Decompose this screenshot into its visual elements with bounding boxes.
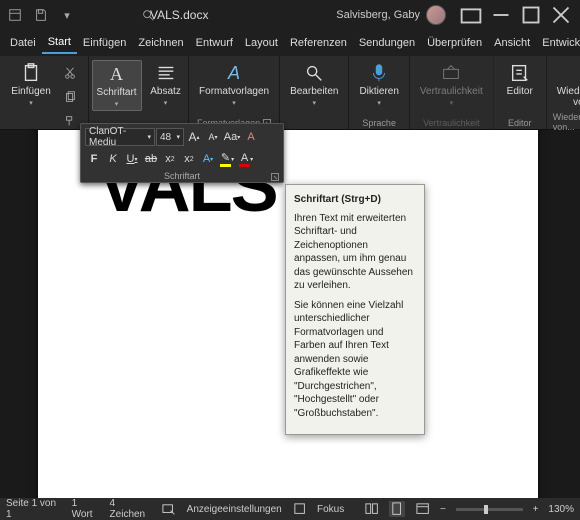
subscript-icon[interactable]: x2 [161, 150, 179, 168]
tooltip-text: Sie können eine Vielzahl unterschiedlich… [294, 299, 416, 421]
tab-entwurf[interactable]: Entwurf [190, 33, 239, 53]
word-count[interactable]: 1 Wort [72, 498, 100, 520]
tab-ueberpruefen[interactable]: Überprüfen [421, 33, 488, 53]
tab-layout[interactable]: Layout [239, 33, 284, 53]
dialog-launcher-icon[interactable] [271, 173, 279, 181]
zoom-in[interactable]: + [533, 504, 539, 515]
font-name-select[interactable]: ClanOT-Mediu▾ [85, 128, 155, 146]
group-vertraulichkeit: Vertraulichkeit ▾ Vertraulichkeit [410, 56, 494, 129]
user-avatar[interactable] [426, 5, 446, 25]
tab-entwickler[interactable]: Entwickler [536, 33, 580, 53]
editor-icon [509, 62, 531, 84]
read-mode-icon[interactable] [364, 501, 379, 517]
chevron-down-icon: ▾ [232, 99, 236, 107]
mini-toolbar-label: Schriftart [164, 171, 200, 181]
copy-icon[interactable] [59, 86, 81, 108]
ribbon-mode-icon[interactable] [456, 1, 486, 29]
group-zwischenablage: Einfügen ▾ Zwischenablage [0, 56, 89, 129]
titlebar: ▾ VALS.docx Salvisberg, Gaby [0, 0, 580, 30]
underline-icon[interactable]: U▾ [123, 150, 141, 168]
web-layout-icon[interactable] [415, 501, 430, 517]
chevron-down-icon: ▾ [29, 99, 33, 107]
tab-sendungen[interactable]: Sendungen [353, 33, 421, 53]
font-color-icon[interactable]: A▾ [237, 150, 255, 168]
font-button[interactable]: A Schriftart ▾ [92, 60, 142, 111]
chevron-down-icon: ▾ [313, 99, 317, 107]
editor-button[interactable]: Editor [500, 60, 540, 99]
page-indicator[interactable]: Seite 1 von 1 [6, 498, 62, 520]
chevron-down-icon: ▾ [115, 100, 119, 108]
chevron-down-icon: ▾ [164, 99, 168, 107]
group-formatvorlagen: A Formatvorlagen ▾ Formatvorlagen [189, 56, 280, 129]
user-name: Salvisberg, Gaby [336, 9, 420, 21]
paragraph-icon [155, 62, 177, 84]
highlight-icon[interactable]: ✎▾ [218, 150, 236, 168]
group-editor: Editor Editor [494, 56, 547, 129]
text-effects-icon[interactable]: A▾ [199, 150, 217, 168]
styles-button[interactable]: A Formatvorlagen ▾ [195, 60, 273, 109]
italic-icon[interactable]: K [104, 150, 122, 168]
tab-zeichnen[interactable]: Zeichnen [132, 33, 189, 53]
zoom-level[interactable]: 130% [548, 504, 574, 515]
styles-icon: A [223, 62, 245, 84]
mini-toolbar: ClanOT-Mediu▾ 48▾ A▴ A▾ Aa▾ A F K U▾ ab … [80, 123, 284, 183]
tab-einfuegen[interactable]: Einfügen [77, 33, 132, 53]
zoom-slider[interactable] [456, 508, 523, 511]
chevron-down-icon: ▾ [377, 99, 381, 107]
group-schriftart: A Schriftart ▾ Absatz ▾ . [89, 56, 189, 129]
char-count[interactable]: 4 Zeichen [110, 498, 152, 520]
titlebar-menu-icon[interactable] [4, 4, 26, 26]
group-wiederverwendung: Wiederverwendung von Dateien Wiederverwe… [547, 56, 580, 129]
status-bar: Seite 1 von 1 1 Wort 4 Zeichen Anzeigeei… [0, 498, 580, 520]
tooltip-text: Ihren Text mit erweiterten Schriftart- u… [294, 212, 416, 293]
zoom-out[interactable]: − [440, 504, 446, 515]
maximize-button[interactable] [516, 1, 546, 29]
format-painter-icon[interactable] [59, 110, 81, 132]
font-size-select[interactable]: 48▾ [156, 128, 184, 146]
print-layout-icon[interactable] [389, 501, 404, 517]
cut-icon[interactable] [59, 62, 81, 84]
microphone-icon [368, 62, 390, 84]
tooltip: Schriftart (Strg+D) Ihren Text mit erwei… [285, 184, 425, 435]
group-bearbeiten: Bearbeiten ▾ . [280, 56, 349, 129]
dictate-button[interactable]: Diktieren ▾ [355, 60, 402, 109]
group-sprache: Diktieren ▾ Sprache [349, 56, 409, 129]
strikethrough-icon[interactable]: ab [142, 150, 160, 168]
document-title: VALS.docx [150, 8, 208, 22]
clear-format-icon[interactable]: A [242, 128, 260, 146]
edit-button[interactable]: Bearbeiten ▾ [286, 60, 342, 109]
focus-icon[interactable] [292, 501, 307, 517]
superscript-icon[interactable]: x2 [180, 150, 198, 168]
shrink-font-icon[interactable]: A▾ [204, 128, 222, 146]
paragraph-button[interactable]: Absatz ▾ [146, 60, 186, 109]
font-icon: A [106, 63, 128, 85]
sensitivity-icon [440, 62, 462, 84]
spellcheck-icon[interactable] [161, 501, 176, 517]
paste-button[interactable]: Einfügen ▾ [7, 60, 54, 109]
minimize-button[interactable] [486, 1, 516, 29]
menu-tabs: Datei Start Einfügen Zeichnen Entwurf La… [0, 30, 580, 56]
sensitivity-button: Vertraulichkeit ▾ [416, 60, 487, 109]
tab-datei[interactable]: Datei [4, 33, 42, 53]
tab-ansicht[interactable]: Ansicht [488, 33, 536, 53]
grow-font-icon[interactable]: A▴ [185, 128, 203, 146]
reuse-files-button[interactable]: Wiederverwendung von Dateien [553, 60, 580, 110]
tab-referenzen[interactable]: Referenzen [284, 33, 353, 53]
search-icon [303, 62, 325, 84]
display-settings[interactable]: Anzeigeeinstellungen [187, 504, 282, 515]
bold-icon[interactable]: F [85, 150, 103, 168]
dropdown-icon[interactable]: ▾ [56, 4, 78, 26]
close-button[interactable] [546, 1, 576, 29]
save-icon[interactable] [30, 4, 52, 26]
change-case-icon[interactable]: Aa▾ [223, 128, 241, 146]
tab-start[interactable]: Start [42, 32, 77, 54]
focus-label[interactable]: Fokus [317, 504, 344, 515]
ribbon: Einfügen ▾ Zwischenablage A Schriftart ▾… [0, 56, 580, 130]
tooltip-title: Schriftart (Strg+D) [294, 193, 416, 207]
paste-icon [20, 62, 42, 84]
chevron-down-icon: ▾ [450, 99, 454, 107]
